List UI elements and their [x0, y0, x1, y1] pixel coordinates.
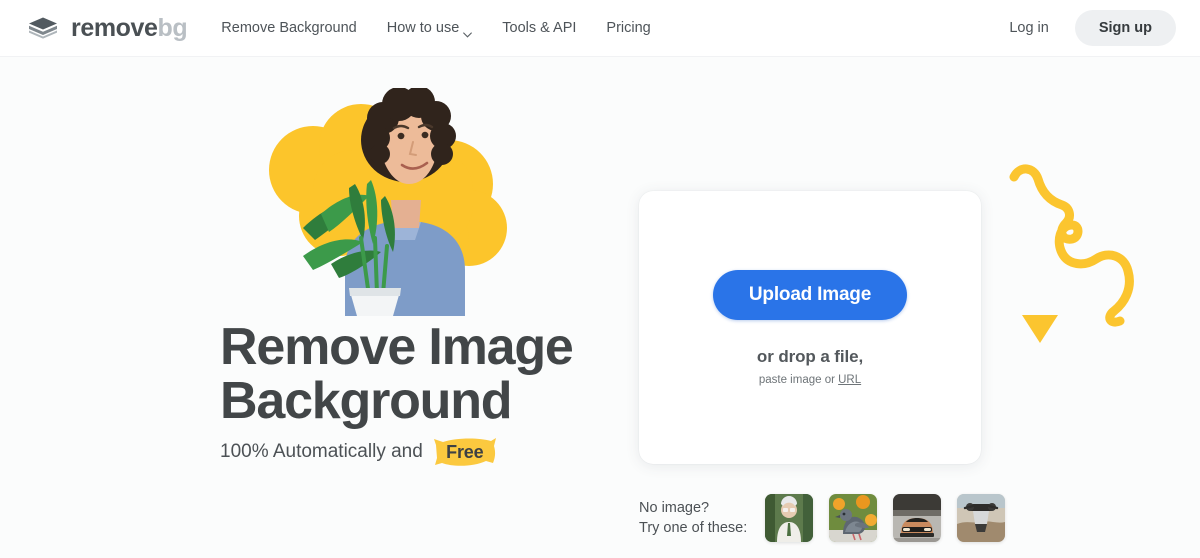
nav-item-remove-background[interactable]: Remove Background — [221, 20, 356, 36]
nav-item-how-to-use[interactable]: How to use — [386, 20, 473, 38]
nav-label: Remove Background — [221, 20, 357, 36]
headline-line-1: Remove Image — [220, 318, 574, 376]
main-navigation: Remove Background How to use Tools & API… — [221, 20, 651, 38]
nav-label: Pricing — [606, 20, 651, 36]
sample-thumbnail-product[interactable] — [957, 494, 1006, 542]
headline-line-2: Background — [220, 372, 513, 430]
brand-text-secondary: bg — [157, 13, 188, 42]
hero-image-man-with-plant — [243, 88, 523, 316]
login-link[interactable]: Log in — [999, 14, 1059, 42]
page-title: Remove Image Background — [220, 320, 620, 428]
nav-label: Tools & API — [502, 20, 577, 36]
subtitle-text: 100% Automatically and — [220, 441, 423, 462]
yellow-squiggle-decoration — [1000, 155, 1165, 350]
header-actions: Log in Sign up — [999, 10, 1176, 46]
nav-item-tools-api[interactable]: Tools & API — [502, 20, 576, 36]
hero-subtitle: 100% Automatically and Free — [220, 436, 497, 468]
paste-url-link[interactable]: URL — [838, 374, 861, 386]
chevron-down-icon — [463, 26, 473, 38]
paste-hint-text: paste image or URL — [759, 374, 861, 386]
hero-left-column: Remove Image Background 100% Automatical… — [0, 57, 620, 558]
site-header: removebg Remove Background How to use To… — [0, 0, 1200, 57]
hero-section: Remove Image Background 100% Automatical… — [0, 57, 1200, 558]
nav-item-pricing[interactable]: Pricing — [606, 20, 650, 36]
sample-thumbnail-car[interactable] — [893, 494, 942, 542]
brand-wordmark: removebg — [71, 13, 188, 42]
layers-diamond-icon — [26, 13, 60, 43]
sample-thumbnail-man-portrait[interactable] — [765, 494, 814, 542]
sample-thumbnail-pigeon[interactable] — [829, 494, 878, 542]
nav-label: How to use — [386, 20, 460, 36]
sample-images-label: No image? Try one of these: — [639, 498, 747, 538]
brand-text-primary: remove — [71, 13, 158, 42]
free-badge: Free — [433, 436, 497, 468]
signup-button[interactable]: Sign up — [1074, 10, 1176, 46]
free-badge-label: Free — [446, 441, 484, 462]
upload-image-button[interactable]: Upload Image — [712, 269, 908, 320]
sample-label-line-1: No image? — [639, 500, 710, 516]
upload-dropzone-card[interactable]: Upload Image or drop a file, paste image… — [639, 191, 981, 464]
sample-images-section: No image? Try one of these: — [639, 494, 1006, 542]
paste-hint-prefix: paste image or — [758, 373, 839, 386]
sample-label-line-2: Try one of these: — [639, 520, 748, 536]
sample-thumbnail-row — [765, 494, 1006, 542]
drop-file-text: or drop a file, — [756, 346, 864, 366]
brand-logo[interactable]: removebg — [26, 13, 188, 43]
